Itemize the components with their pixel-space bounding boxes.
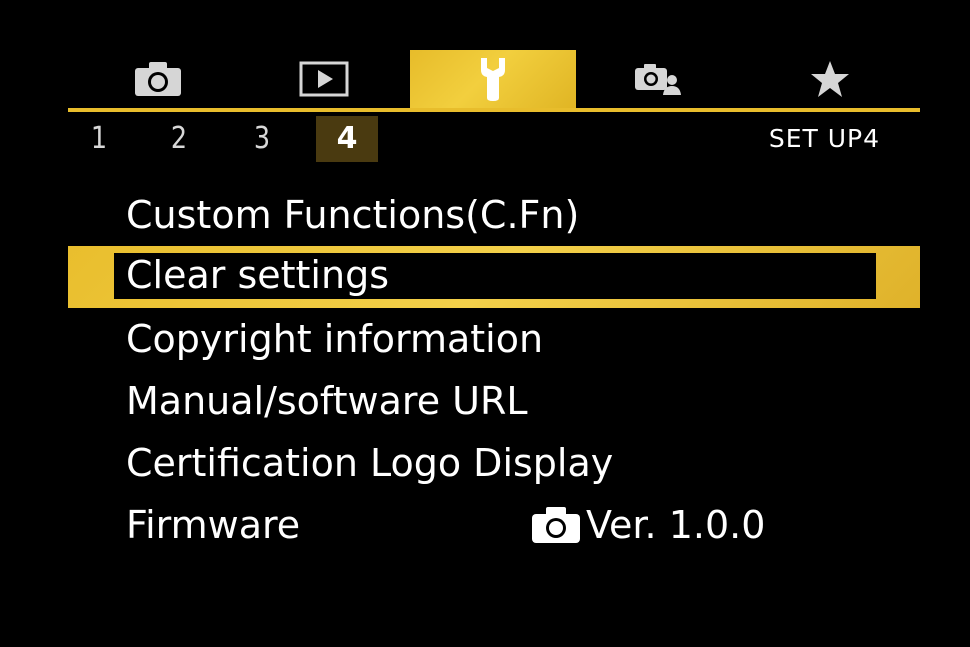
page-number-4[interactable]: 4 [316, 116, 378, 162]
firmware-version-text: Ver. 1.0.0 [586, 503, 766, 547]
page-title: SET UP4 [768, 124, 880, 153]
tab-shooting[interactable] [108, 50, 208, 108]
menu-list: Custom Functions(C.Fn) Clear settings Co… [68, 184, 920, 556]
firmware-version: Ver. 1.0.0 [530, 494, 765, 556]
menu-item-label: Custom Functions(C.Fn) [126, 193, 580, 237]
tab-setup[interactable] [410, 50, 576, 108]
camera-menu-screen: 1 2 3 4 SET UP4 Custom Functions(C.Fn) C… [0, 0, 970, 647]
wrench-icon [481, 58, 505, 101]
menu-tab-bar [68, 50, 920, 108]
menu-item-label: Copyright information [126, 317, 544, 361]
tab-my-menu[interactable] [780, 50, 880, 108]
custom-camera-icon [635, 64, 681, 95]
page-indicator: 1 2 3 4 SET UP4 [68, 114, 920, 164]
menu-item-label: Certification Logo Display [126, 441, 614, 485]
page-number-2[interactable]: 2 [153, 116, 206, 162]
menu-item-manual-software-url[interactable]: Manual/software URL [68, 370, 920, 432]
menu-item-firmware[interactable]: Firmware Ver. 1.0.0 [68, 494, 920, 556]
camera-icon [135, 62, 181, 96]
star-icon [811, 61, 849, 97]
camera-icon [532, 507, 580, 543]
tab-custom-functions[interactable] [608, 50, 708, 108]
menu-item-certification-logo-display[interactable]: Certification Logo Display [68, 432, 920, 494]
menu-item-label: Clear settings [126, 253, 389, 297]
menu-item-clear-settings[interactable]: Clear settings [68, 246, 920, 308]
menu-item-label: Manual/software URL [126, 379, 528, 423]
playback-icon [299, 61, 349, 97]
menu-item-copyright-information[interactable]: Copyright information [68, 308, 920, 370]
tab-underline [68, 108, 920, 112]
menu-item-label: Firmware [126, 503, 301, 547]
page-number-3[interactable]: 3 [236, 116, 289, 162]
page-number-1[interactable]: 1 [73, 116, 126, 162]
menu-item-custom-functions[interactable]: Custom Functions(C.Fn) [68, 184, 920, 246]
tab-playback[interactable] [274, 50, 374, 108]
